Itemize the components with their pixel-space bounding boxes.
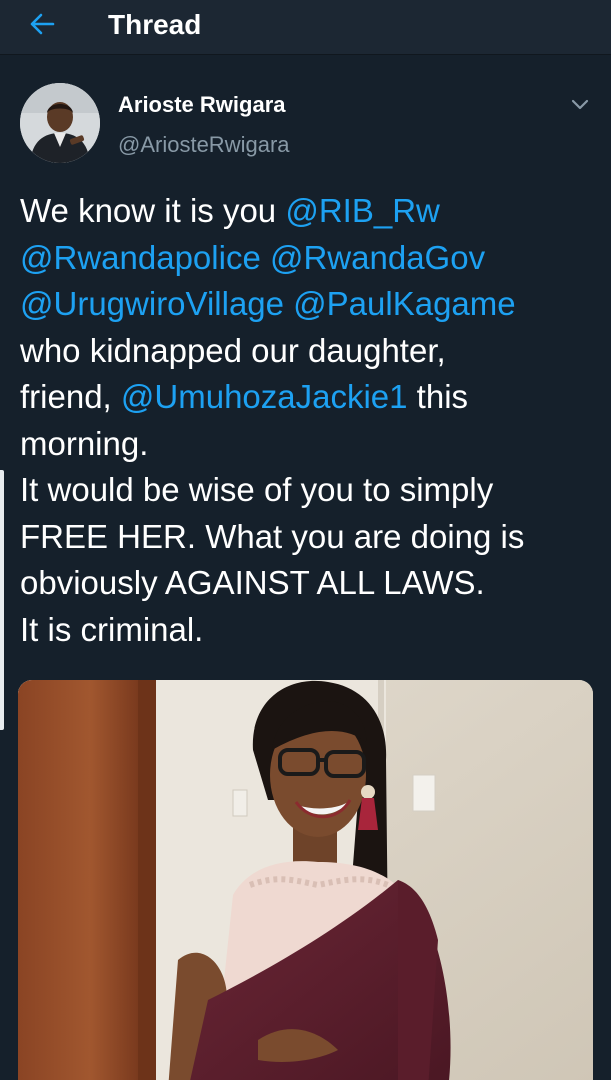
tweet-text-segment: morning. [20, 424, 149, 462]
tweet-text-segment: who kidnapped our daughter, [20, 331, 446, 369]
mention-link[interactable]: @Rwandapolice [20, 239, 261, 276]
tweet-text-line: It would be wise of you to simply [20, 467, 595, 514]
tweet-text: We know it is you @RIB_Rw @Rwandapolice @… [20, 188, 595, 653]
tweet-text-line: morning. [20, 421, 595, 468]
top-app-bar: Thread [0, 0, 611, 55]
avatar[interactable] [20, 83, 100, 163]
tweet-text-line: @Rwandapolice @RwandaGov [20, 235, 595, 282]
tweet-text-segment: FREE HER. What you are doing is [20, 517, 525, 555]
mention-link[interactable]: @UmuhozaJackie1 [121, 378, 408, 415]
tweet-image[interactable] [18, 680, 593, 1080]
tweet-text-line: who kidnapped our daughter, [20, 328, 595, 375]
chevron-down-icon [571, 98, 589, 116]
tweet-menu-button[interactable] [566, 93, 594, 121]
back-button[interactable] [22, 8, 62, 44]
page-title: Thread [108, 9, 202, 40]
app-window: Thread Arioste Rwigara @AriosteRwigara W… [0, 0, 611, 1080]
tweet-text-line: friend, @UmuhozaJackie1 this [20, 374, 595, 421]
scrollbar[interactable] [0, 470, 4, 730]
tweet-text-line: obviously AGAINST ALL LAWS. [20, 560, 595, 607]
tweet-text-segment: this [407, 378, 469, 415]
tweet-text-segment [284, 285, 293, 322]
tweet-text-segment: We know it is you [20, 192, 286, 229]
tweet-text-line: It is criminal. [20, 607, 595, 654]
mention-link[interactable]: @RwandaGov [270, 239, 485, 276]
tweet-text-segment: obviously AGAINST ALL LAWS. [20, 564, 485, 601]
tweet-text-line: We know it is you @RIB_Rw [20, 188, 595, 235]
mention-link[interactable]: @RIB_Rw [285, 192, 440, 229]
tweet-text-segment [261, 239, 270, 276]
tweet: Arioste Rwigara @AriosteRwigara We know … [0, 55, 611, 1080]
author-display-name[interactable]: Arioste Rwigara [118, 91, 286, 119]
tweet-text-segment: It is criminal. [20, 610, 204, 648]
arrow-left-icon [29, 12, 55, 41]
tweet-text-segment: It would be wise of you to simply [20, 471, 494, 508]
author-handle[interactable]: @AriosteRwigara [118, 131, 290, 159]
tweet-text-segment: friend, [20, 378, 121, 415]
tweet-text-line: @UrugwiroVillage @PaulKagame [20, 281, 595, 328]
tweet-text-line: FREE HER. What you are doing is [20, 514, 595, 561]
mention-link[interactable]: @PaulKagame [293, 285, 515, 322]
mention-link[interactable]: @UrugwiroVillage [20, 285, 284, 322]
